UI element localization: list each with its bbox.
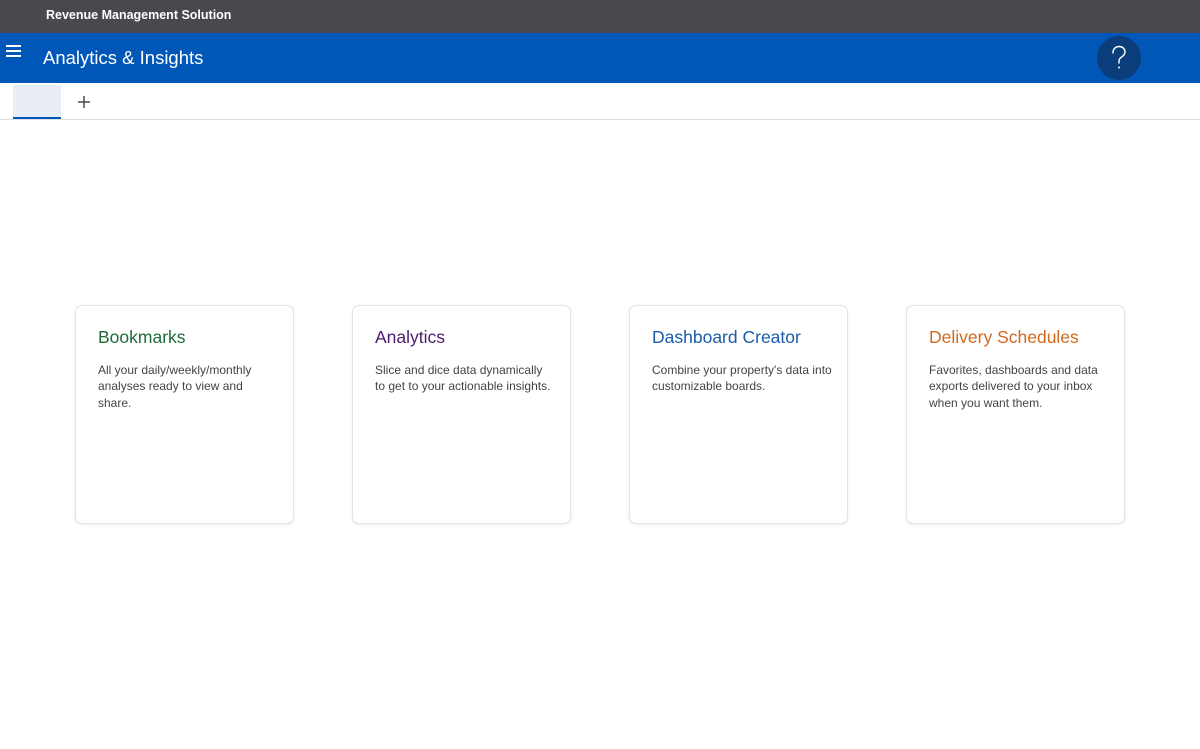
header-bar: Analytics & Insights xyxy=(0,33,1200,83)
app-bar: Revenue Management Solution xyxy=(0,0,1200,33)
card-title: Dashboard Creator xyxy=(652,327,801,347)
card-description: Combine your property's data into custom… xyxy=(652,363,832,394)
app-title: Revenue Management Solution xyxy=(46,8,232,22)
help-button[interactable] xyxy=(1097,36,1141,80)
card-description: Favorites, dashboards and data exports d… xyxy=(929,363,1098,410)
card-description: Slice and dice data dynamically to get t… xyxy=(375,363,551,394)
add-tab-button[interactable] xyxy=(74,92,94,112)
tab-active[interactable] xyxy=(13,85,61,119)
card-description: All your daily/weekly/monthly analyses r… xyxy=(98,363,252,410)
tab-bar xyxy=(0,83,1200,120)
analytics-card[interactable]: Analytics Slice and dice data dynamicall… xyxy=(352,305,571,524)
bookmarks-card[interactable]: Bookmarks All your daily/weekly/monthly … xyxy=(75,305,294,524)
plus-icon xyxy=(78,96,90,108)
question-mark-icon xyxy=(1112,45,1126,69)
dashboard-creator-card[interactable]: Dashboard Creator Combine your property'… xyxy=(629,305,848,524)
page-title: Analytics & Insights xyxy=(43,47,204,68)
card-title: Analytics xyxy=(375,327,446,347)
hamburger-menu-icon[interactable] xyxy=(6,44,22,58)
card-title: Bookmarks xyxy=(98,327,186,347)
delivery-schedules-card[interactable]: Delivery Schedules Favorites, dashboards… xyxy=(906,305,1125,524)
card-title: Delivery Schedules xyxy=(929,327,1079,347)
